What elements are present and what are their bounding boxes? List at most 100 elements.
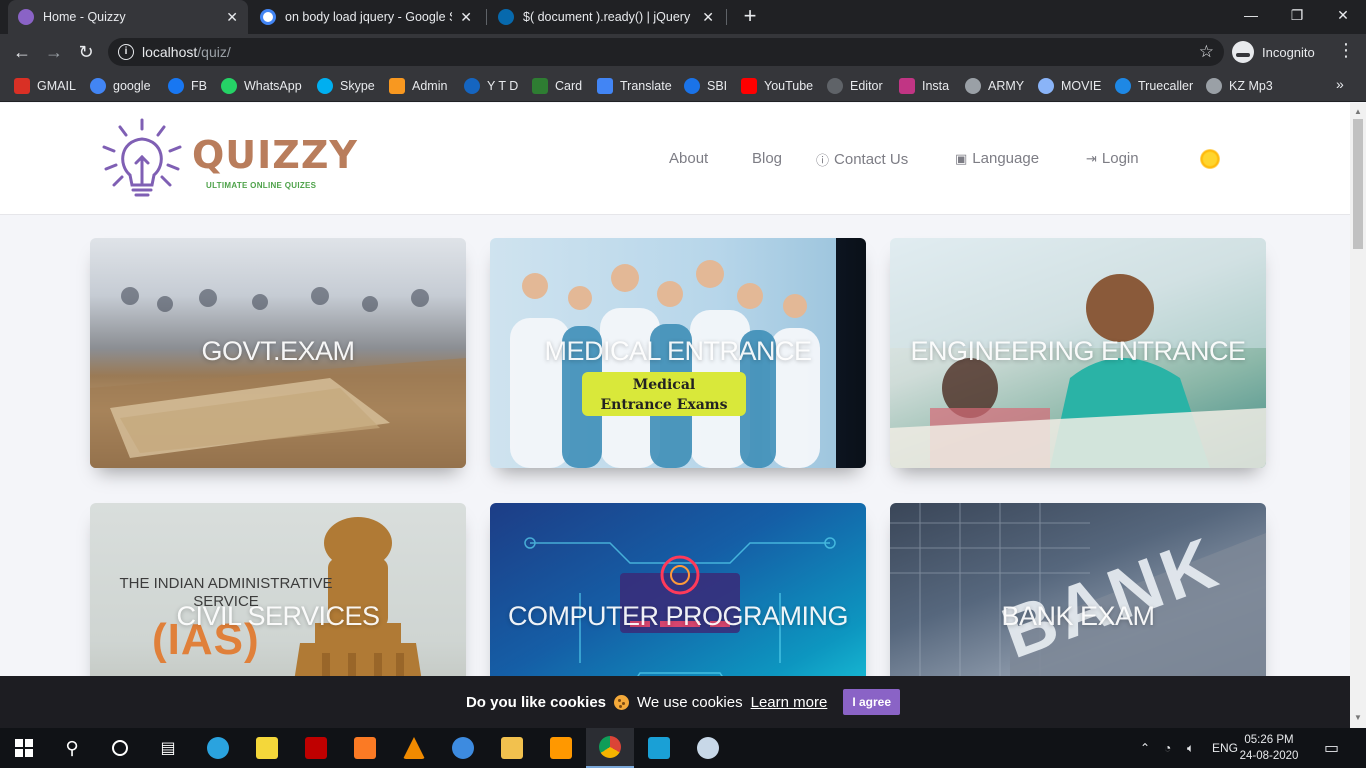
sublime-text-icon[interactable] bbox=[537, 728, 585, 768]
bookmark-admin[interactable]: Admin bbox=[389, 77, 447, 95]
bookmark-insta[interactable]: Insta bbox=[899, 77, 949, 95]
category-card-civil-services[interactable]: THE INDIAN ADMINISTRATIVE SERVICE (IAS) … bbox=[90, 503, 466, 676]
category-card-govt-exam[interactable]: GOVT.EXAM bbox=[90, 238, 466, 468]
bookmark-ytd[interactable]: Y T D bbox=[464, 77, 518, 95]
new-tab-button[interactable]: + bbox=[738, 5, 762, 29]
search-icon[interactable]: ⚲ bbox=[48, 728, 96, 768]
bookmark-sbi[interactable]: SBI bbox=[684, 77, 727, 95]
incognito-profile[interactable]: Incognito bbox=[1232, 38, 1315, 66]
bookmark-youtube[interactable]: YouTube bbox=[741, 77, 813, 95]
scroll-up-icon[interactable]: ▲ bbox=[1354, 107, 1362, 116]
bookmark-whatsapp[interactable]: WhatsApp bbox=[221, 77, 302, 95]
bookmark-label: Skype bbox=[340, 79, 375, 93]
bookmark-card[interactable]: Card bbox=[532, 77, 582, 95]
cookie-agree-button[interactable]: I agree bbox=[843, 689, 901, 715]
bookmark-label: Translate bbox=[620, 79, 672, 93]
browser-menu-icon[interactable]: ⋮ bbox=[1334, 40, 1358, 61]
cookie-learn-more-link[interactable]: Learn more bbox=[751, 694, 828, 711]
forward-arrow-icon[interactable]: → bbox=[42, 40, 66, 64]
bookmark-label: WhatsApp bbox=[244, 79, 302, 93]
category-card-computer-programing[interactable]: COMPUTER PROGRAMING bbox=[490, 503, 866, 676]
address-bar[interactable]: i localhost/quiz/ ☆ bbox=[108, 38, 1224, 66]
tab-jquery-docs[interactable]: $( document ).ready() | jQuery Le ✕ bbox=[488, 0, 724, 34]
bookmark-star-icon[interactable]: ☆ bbox=[1199, 42, 1214, 62]
bookmark-label: YouTube bbox=[764, 79, 814, 93]
wifi-icon[interactable]: ◔ bbox=[1164, 728, 1171, 768]
scrollbar-thumb[interactable] bbox=[1353, 119, 1363, 249]
vlc-icon[interactable] bbox=[390, 728, 438, 768]
nav-language[interactable]: ▣ Language bbox=[955, 150, 1039, 167]
xampp-icon[interactable] bbox=[341, 728, 389, 768]
bookmark-label: KZ Mp3 bbox=[1229, 79, 1273, 93]
close-tab-icon[interactable]: ✕ bbox=[226, 9, 238, 26]
tab-google-search[interactable]: on body load jquery - Google Se ✕ bbox=[250, 0, 482, 34]
bookmark-gmail[interactable]: GMAIL bbox=[14, 77, 76, 95]
chrome-icon[interactable] bbox=[586, 728, 634, 768]
tab-home-quizzy[interactable]: Home - Quizzy ✕ bbox=[8, 0, 248, 34]
url-path: /quiz/ bbox=[197, 44, 231, 60]
bookmark-editor[interactable]: Editor bbox=[827, 77, 883, 95]
language-indicator[interactable]: ENG bbox=[1212, 728, 1238, 768]
category-title: BANK EXAM bbox=[1001, 601, 1155, 631]
browser-tab-strip: Home - Quizzy ✕ on body load jquery - Go… bbox=[0, 0, 1366, 34]
category-card-engineering-entrance[interactable]: ENGINEERING ENTRANCE bbox=[890, 238, 1266, 468]
nav-blog[interactable]: Blog bbox=[752, 150, 782, 167]
scroll-down-icon[interactable]: ▼ bbox=[1354, 713, 1362, 722]
url-text[interactable]: localhost/quiz/ bbox=[142, 44, 231, 60]
notifications-icon[interactable]: ▭ bbox=[1324, 728, 1339, 768]
windows-start-icon[interactable] bbox=[0, 728, 48, 768]
truecaller-icon bbox=[1115, 78, 1131, 94]
ytd-icon bbox=[464, 78, 480, 94]
cortana-icon[interactable] bbox=[96, 728, 144, 768]
minimize-window-icon[interactable]: — bbox=[1228, 0, 1274, 30]
close-tab-icon[interactable]: ✕ bbox=[460, 9, 472, 26]
sticky-notes-icon[interactable] bbox=[243, 728, 291, 768]
bookmark-kz-mp3[interactable]: KZ Mp3 bbox=[1206, 77, 1273, 95]
site-info-icon[interactable]: i bbox=[118, 44, 134, 60]
nav-about[interactable]: About bbox=[669, 150, 708, 167]
file-explorer-icon[interactable] bbox=[488, 728, 536, 768]
volume-icon[interactable]: 🔈︎ bbox=[1187, 728, 1194, 768]
bookmark-army[interactable]: ARMY bbox=[965, 77, 1024, 95]
translate-icon bbox=[597, 78, 613, 94]
reload-icon[interactable]: ↻ bbox=[74, 40, 98, 64]
activity-monitor-icon[interactable] bbox=[635, 728, 683, 768]
close-tab-icon[interactable]: ✕ bbox=[702, 9, 714, 26]
more-bookmarks-icon[interactable]: » bbox=[1336, 76, 1344, 92]
bookmark-truecaller[interactable]: Truecaller bbox=[1115, 77, 1193, 95]
category-card-bank-exam[interactable]: BANK BANK EXAM bbox=[890, 503, 1266, 676]
close-window-icon[interactable]: ✕ bbox=[1320, 0, 1366, 30]
telegram-icon[interactable] bbox=[194, 728, 242, 768]
page-scrollbar[interactable]: ▲ ▼ bbox=[1350, 103, 1366, 728]
dolphin-app-icon[interactable] bbox=[439, 728, 487, 768]
quizzy-logo[interactable]: QUIZZY ULTIMATE ONLINE QUIZES bbox=[100, 117, 357, 203]
bookmark-label: google bbox=[113, 79, 151, 93]
bookmark-label: Y T D bbox=[487, 79, 519, 93]
filezilla-icon[interactable] bbox=[292, 728, 340, 768]
system-clock[interactable]: 05:26 PM 24-08-2020 bbox=[1238, 732, 1300, 764]
back-arrow-icon[interactable]: ← bbox=[10, 40, 34, 64]
bookmark-movie[interactable]: MOVIE bbox=[1038, 77, 1101, 95]
facebook-icon bbox=[168, 78, 184, 94]
category-card-medical-entrance[interactable]: Medical Entrance Exams MEDICAL ENTRANCE bbox=[490, 238, 866, 468]
tray-overflow-icon[interactable]: ⌃ bbox=[1140, 728, 1150, 768]
nav-contact-us[interactable]: ⓘ Contact Us bbox=[816, 150, 908, 169]
restore-window-icon[interactable]: ❐ bbox=[1274, 0, 1320, 30]
medical-badge: Medical Entrance Exams bbox=[582, 372, 746, 416]
nav-login[interactable]: ⇥ Login bbox=[1086, 150, 1139, 167]
logo-tagline: ULTIMATE ONLINE QUIZES bbox=[206, 181, 317, 190]
task-view-icon[interactable]: ▤ bbox=[144, 728, 192, 768]
theme-toggle-sun-icon[interactable] bbox=[1200, 149, 1220, 169]
bookmark-translate[interactable]: Translate bbox=[597, 77, 672, 95]
tab-title: $( document ).ready() | jQuery Le bbox=[523, 10, 695, 24]
windows-taskbar: ⚲ ▤ ⌃ ◔ 🔈︎ ENG 05:26 PM 24-08-2020 ▭ bbox=[0, 728, 1366, 768]
browser-toolbar: ← → ↻ i localhost/quiz/ ☆ Incognito ⋮ bbox=[0, 34, 1366, 70]
editor-icon bbox=[827, 78, 843, 94]
bookmark-skype[interactable]: Skype bbox=[317, 77, 375, 95]
category-title: MEDICAL ENTRANCE bbox=[544, 336, 812, 366]
bookmark-google[interactable]: google bbox=[90, 77, 151, 95]
bookmark-fb[interactable]: FB bbox=[168, 77, 207, 95]
category-title: COMPUTER PROGRAMING bbox=[507, 601, 849, 631]
paint-icon[interactable] bbox=[684, 728, 732, 768]
globe-icon bbox=[1206, 78, 1222, 94]
